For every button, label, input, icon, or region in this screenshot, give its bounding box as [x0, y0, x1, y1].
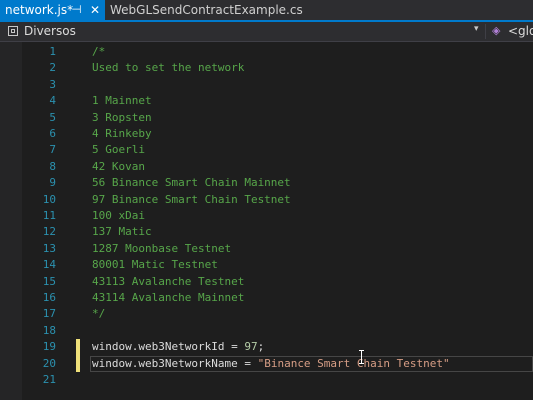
code-text: 56 Binance Smart Chain Mainnet [92, 176, 291, 190]
code-line: 20 window.web3NetworkName = "Binance Smar… [0, 355, 533, 372]
code-text: 3 Ropsten [92, 110, 152, 124]
line-number: 5 [49, 110, 56, 124]
member-dropdown[interactable]: <glo [508, 24, 533, 38]
navigation-bar: Diversos ▾ ◈ <glo [0, 22, 533, 42]
line-number: 13 [42, 241, 56, 255]
code-text: 100 xDai [92, 209, 145, 222]
line-number: 15 [42, 274, 56, 288]
code-line: 3 [0, 77, 533, 93]
line-number: 12 [42, 225, 56, 239]
code-line: 5 3 Ropsten [0, 110, 533, 126]
mouse-ibeam-cursor [359, 350, 364, 364]
code-line: 13 1287 Moonbase Testnet [0, 241, 533, 257]
code-line: 18 [0, 323, 533, 339]
code-line: 6 4 Rinkeby [0, 126, 533, 142]
code-text: 4 Rinkeby [92, 127, 152, 140]
code-text: 137 Matic [92, 225, 152, 239]
line-number: 11 [42, 209, 56, 222]
project-scope-dropdown[interactable]: Diversos [24, 24, 76, 38]
code-text: window.web3NetworkId = 97; [92, 339, 264, 355]
code-line: 1 /* [0, 44, 533, 60]
member-icon: ◈ [492, 24, 501, 37]
current-line-highlight [90, 355, 533, 372]
line-number: 19 [42, 340, 56, 354]
pin-icon[interactable]: ⊣ [72, 0, 82, 20]
code-line: 9 56 Binance Smart Chain Mainnet [0, 175, 533, 191]
code-text: 1 Mainnet [92, 94, 152, 108]
line-number: 17 [42, 307, 56, 321]
chevron-down-icon[interactable]: ▾ [474, 24, 479, 34]
code-line: 21 [0, 372, 533, 388]
code-line: 10 97 Binance Smart Chain Testnet [0, 192, 533, 208]
close-icon[interactable]: ✕ [90, 0, 100, 20]
line-number: 9 [49, 176, 56, 190]
tab-webgl-send-contract-example[interactable]: WebGLSendContractExample.cs [110, 0, 303, 20]
code-token: 97 [244, 340, 258, 354]
line-number: 4 [49, 94, 56, 108]
navbar-divider [485, 24, 486, 39]
code-line: 17 */ [0, 306, 533, 322]
code-text: 43114 Avalanche Mainnet [92, 291, 245, 304]
code-editor[interactable]: 1 /* 2 Used to set the network 3 4 1 Mainnet 5 3… [0, 42, 533, 400]
code-text: 97 Binance Smart Chain Testnet [92, 192, 291, 206]
code-line: 11 100 xDai [0, 208, 533, 224]
line-number: 3 [49, 77, 56, 91]
tab-label: network.js* [5, 3, 74, 17]
code-text: 43113 Avalanche Testnet [92, 274, 245, 288]
line-number: 14 [42, 258, 56, 272]
change-marker [76, 355, 80, 372]
code-line: 2 Used to set the network [0, 60, 533, 76]
code-text: */ [92, 307, 106, 321]
line-number: 6 [49, 127, 56, 140]
code-token: window.web3NetworkId = [92, 340, 245, 354]
project-icon [8, 26, 18, 36]
line-number: 20 [42, 356, 56, 370]
code-text: 5 Goerli [92, 143, 145, 157]
code-line: 12 137 Matic [0, 224, 533, 240]
code-text: Used to set the network [92, 61, 245, 75]
code-token: ; [257, 340, 265, 354]
code-line: 16 43114 Avalanche Mainnet [0, 290, 533, 306]
line-number: 7 [49, 143, 56, 157]
code-text: 80001 Matic Testnet [92, 258, 218, 272]
code-text: 42 Kovan [92, 159, 145, 173]
code-text: 1287 Moonbase Testnet [92, 241, 232, 255]
code-line: 15 43113 Avalanche Testnet [0, 274, 533, 290]
line-number: 18 [42, 323, 56, 337]
code-line: 7 5 Goerli [0, 142, 533, 158]
line-number: 21 [42, 373, 56, 386]
line-number: 10 [42, 192, 56, 206]
code-line: 8 42 Kovan [0, 159, 533, 175]
code-line: 4 1 Mainnet [0, 93, 533, 109]
line-number: 8 [49, 159, 56, 173]
code-line: 14 80001 Matic Testnet [0, 257, 533, 273]
line-number: 2 [49, 61, 56, 75]
code-text: /* [92, 45, 106, 58]
line-number: 1 [49, 45, 56, 58]
tab-label: WebGLSendContractExample.cs [110, 3, 303, 17]
document-tab-strip: network.js* ⊣ ✕ WebGLSendContractExample… [0, 0, 533, 22]
tab-network-js[interactable]: network.js* ⊣ ✕ [0, 0, 105, 20]
code-line: 19 window.web3NetworkId = 97; [0, 339, 533, 356]
line-number: 16 [42, 291, 56, 304]
change-marker [76, 339, 80, 356]
